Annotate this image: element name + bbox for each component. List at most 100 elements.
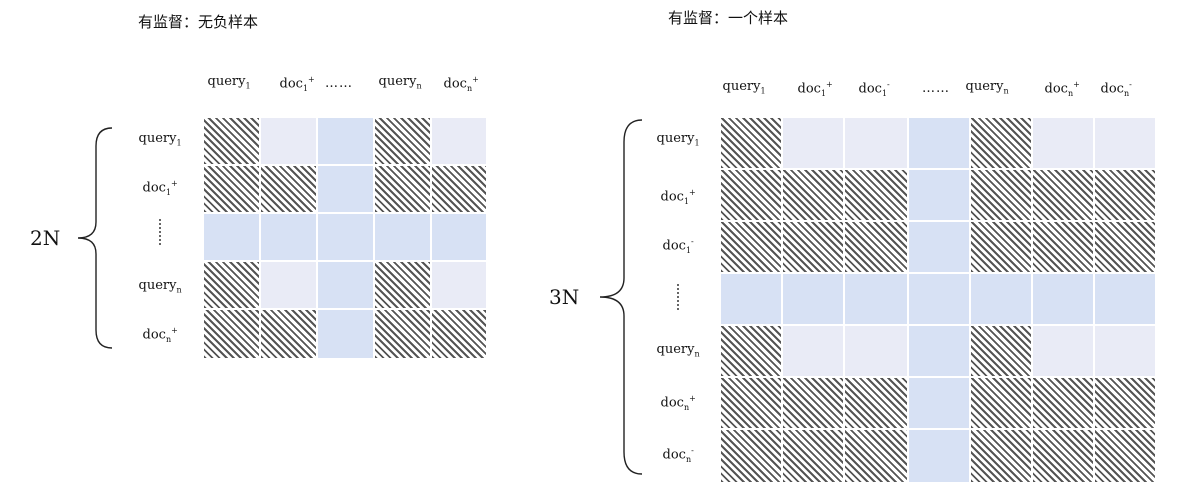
right-matrix-cell-light [1033,326,1093,376]
right-matrix-cell-hatched [1095,378,1155,428]
right-matrix-cell-blue [909,378,969,428]
right-column-label: doc1- [859,77,890,102]
right-matrix-cell-hatched [721,430,781,482]
left-matrix-cell-blue [261,214,316,260]
right-matrix-cell-hatched [721,118,781,168]
right-matrix-cell-light [783,118,843,168]
left-matrix-cell-hatched [375,166,430,212]
left-matrix-cell-blue [375,214,430,260]
right-column-label: query1 [723,79,766,100]
right-column-label-subscript: 1 [881,88,888,98]
left-row-label-subscript: 1 [165,187,172,197]
right-matrix-cell-blue [721,274,781,324]
right-matrix-cell-light [1095,118,1155,168]
left-column-label-subscript: n [466,83,473,93]
right-matrix-cell-hatched [783,430,843,482]
right-column-label-superscript: - [887,79,890,89]
right-matrix-cell-hatched [783,222,843,272]
left-matrix-cell-hatched [204,310,259,358]
right-column-label: docn+ [1045,77,1080,102]
left-column-label-subscript: 1 [302,83,309,93]
right-matrix-cell-blue [1095,274,1155,324]
right-count-label: 3N [549,285,580,309]
left-matrix [204,118,486,358]
left-column-label-base: query [378,73,417,89]
right-column-label-subscript: 1 [760,86,766,96]
left-matrix-cell-hatched [375,310,430,358]
right-column-label: docn- [1101,77,1132,102]
right-matrix-cell-hatched [971,378,1031,428]
right-matrix-cell-hatched [783,378,843,428]
left-matrix-cell-light [432,262,486,308]
right-column-label-subscript: 1 [820,88,827,98]
right-matrix-cell-hatched [783,170,843,220]
right-column-label-base: doc [858,80,882,96]
right-row-label-base: doc [662,446,686,462]
right-matrix-cell-hatched [845,378,907,428]
right-column-label-base: doc [1100,80,1124,96]
right-matrix-cell-hatched [971,326,1031,376]
right-column-label-base: doc [797,80,821,96]
left-matrix-cell-blue [204,214,259,260]
right-row-label: query1 [657,131,700,152]
right-row-label-superscript: - [691,445,694,455]
right-matrix-cell-hatched [721,378,781,428]
left-row-label-base: query [138,130,177,146]
right-matrix-cell-hatched [1095,222,1155,272]
right-column-label-subscript: n [1003,86,1009,96]
right-row-label: docn- [663,443,694,468]
right-row-label-base: query [656,130,695,146]
right-column-label-subscript: n [1123,88,1130,98]
right-row-ellipsis [677,283,679,311]
left-matrix-cell-light [261,262,316,308]
right-matrix-cell-hatched [721,222,781,272]
right-row-label: doc1- [663,234,694,259]
right-matrix-cell-blue [845,274,907,324]
left-matrix-cell-blue [432,214,486,260]
right-matrix-cell-blue [909,326,969,376]
right-matrix-cell-hatched [971,118,1031,168]
left-row-label: docn+ [143,323,178,348]
left-column-label: doc1+ [280,72,315,97]
right-matrix-cell-hatched [1033,430,1093,482]
right-matrix-cell-blue [971,274,1031,324]
left-matrix-cell-light [432,118,486,164]
right-matrix-cell-light [783,326,843,376]
left-diagram-title: 有监督：无负样本 [138,13,259,31]
right-column-label-subscript: n [1067,88,1074,98]
right-matrix-cell-hatched [1095,430,1155,482]
left-matrix-cell-blue [318,214,373,260]
right-row-label: queryn [657,342,700,363]
left-row-label: queryn [139,278,182,299]
right-row-label: docn+ [661,391,696,416]
right-row-label-subscript: 1 [683,196,690,206]
right-matrix-cell-hatched [845,430,907,482]
left-matrix-cell-blue [318,118,373,164]
right-matrix-cell-blue [909,430,969,482]
right-row-label-superscript: + [689,187,696,197]
left-column-label-subscript: 1 [245,81,251,91]
left-row-label-base: query [138,277,177,293]
left-column-label-superscript: + [472,74,479,84]
left-row-label-base: doc [142,326,166,342]
left-column-label-base: doc [279,75,303,91]
left-matrix-cell-hatched [204,118,259,164]
left-column-label-superscript: + [308,74,315,84]
left-row-label-subscript: n [165,334,172,344]
left-column-label-base: query [207,73,246,89]
left-matrix-cell-blue [318,166,373,212]
right-matrix-cell-hatched [845,170,907,220]
right-column-label: queryn [966,79,1009,100]
left-row-ellipsis [159,218,161,246]
right-row-label-superscript: + [689,393,696,403]
right-row-label-subscript: 1 [685,245,692,255]
right-column-label-base: query [722,78,761,94]
right-row-label-subscript: n [694,349,700,359]
right-row-label-base: doc [660,394,684,410]
left-row-label: doc1+ [143,176,178,201]
right-row-label-subscript: n [683,402,690,412]
right-column-label-superscript: + [1073,79,1080,89]
right-matrix-cell-hatched [971,170,1031,220]
left-column-label-subscript: n [416,81,422,91]
left-matrix-cell-blue [318,262,373,308]
